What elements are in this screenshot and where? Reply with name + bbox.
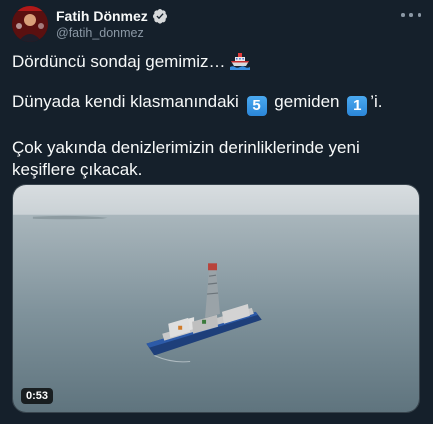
video-thumbnail	[13, 185, 419, 412]
video-player[interactable]: 0:53	[12, 184, 420, 413]
more-options-icon[interactable]	[401, 8, 421, 22]
tweet: Fatih Dönmez @fatih_donmez Dördüncü sond…	[0, 0, 433, 424]
avatar[interactable]	[12, 6, 48, 42]
tweet-line-2-middle: gemiden	[274, 92, 340, 111]
video-duration: 0:53	[21, 388, 54, 404]
avatar-image	[12, 6, 48, 42]
ship-emoji-icon	[229, 53, 250, 70]
user-handle[interactable]: @fatih_donmez	[56, 26, 144, 40]
tweet-line-2-start: Dünyada kendi klasmanındaki	[12, 92, 239, 111]
tweet-line-2: Dünyada kendi klasmanındaki 5 gemiden 1’…	[12, 91, 424, 116]
tweet-line-1: Dördüncü sondaj gemimiz…	[12, 51, 424, 73]
tweet-line-2-end: ’i.	[370, 92, 383, 111]
display-name[interactable]: Fatih Dönmez	[56, 8, 148, 24]
tweet-line-1-text: Dördüncü sondaj gemimiz…	[12, 52, 226, 71]
name-row: Fatih Dönmez	[56, 8, 168, 24]
tweet-line-3: Çok yakında denizlerimizin derinliklerin…	[12, 138, 360, 179]
verified-badge-icon	[152, 9, 167, 24]
keycap-one-emoji: 1	[347, 96, 368, 116]
keycap-five-emoji: 5	[246, 96, 267, 116]
